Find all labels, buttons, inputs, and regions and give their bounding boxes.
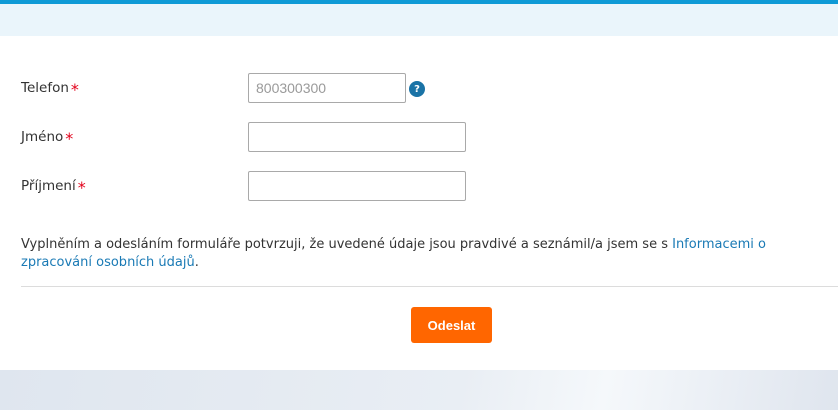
form-divider — [21, 286, 838, 287]
last-name-input[interactable] — [248, 171, 466, 201]
required-marker: * — [65, 128, 74, 148]
first-name-label-text: Jméno — [21, 129, 64, 145]
last-name-label-text: Příjmení — [21, 178, 76, 194]
footer-background — [0, 370, 838, 410]
consent-text-after: . — [194, 255, 199, 270]
consent-text: Vyplněním a odesláním formuláře potvrzuj… — [21, 236, 831, 272]
required-marker: * — [70, 79, 79, 99]
first-name-label: Jméno * — [21, 121, 73, 153]
submit-button[interactable]: Odeslat — [411, 307, 492, 343]
phone-label-text: Telefon — [21, 80, 69, 96]
required-marker: * — [77, 177, 86, 197]
phone-input[interactable] — [248, 73, 406, 103]
last-name-label: Příjmení * — [21, 170, 86, 202]
header-band — [0, 4, 838, 36]
phone-label: Telefon * — [21, 72, 79, 104]
help-icon[interactable]: ? — [409, 81, 425, 97]
first-name-input[interactable] — [248, 122, 466, 152]
consent-text-before: Vyplněním a odesláním formuláře potvrzuj… — [21, 237, 673, 252]
